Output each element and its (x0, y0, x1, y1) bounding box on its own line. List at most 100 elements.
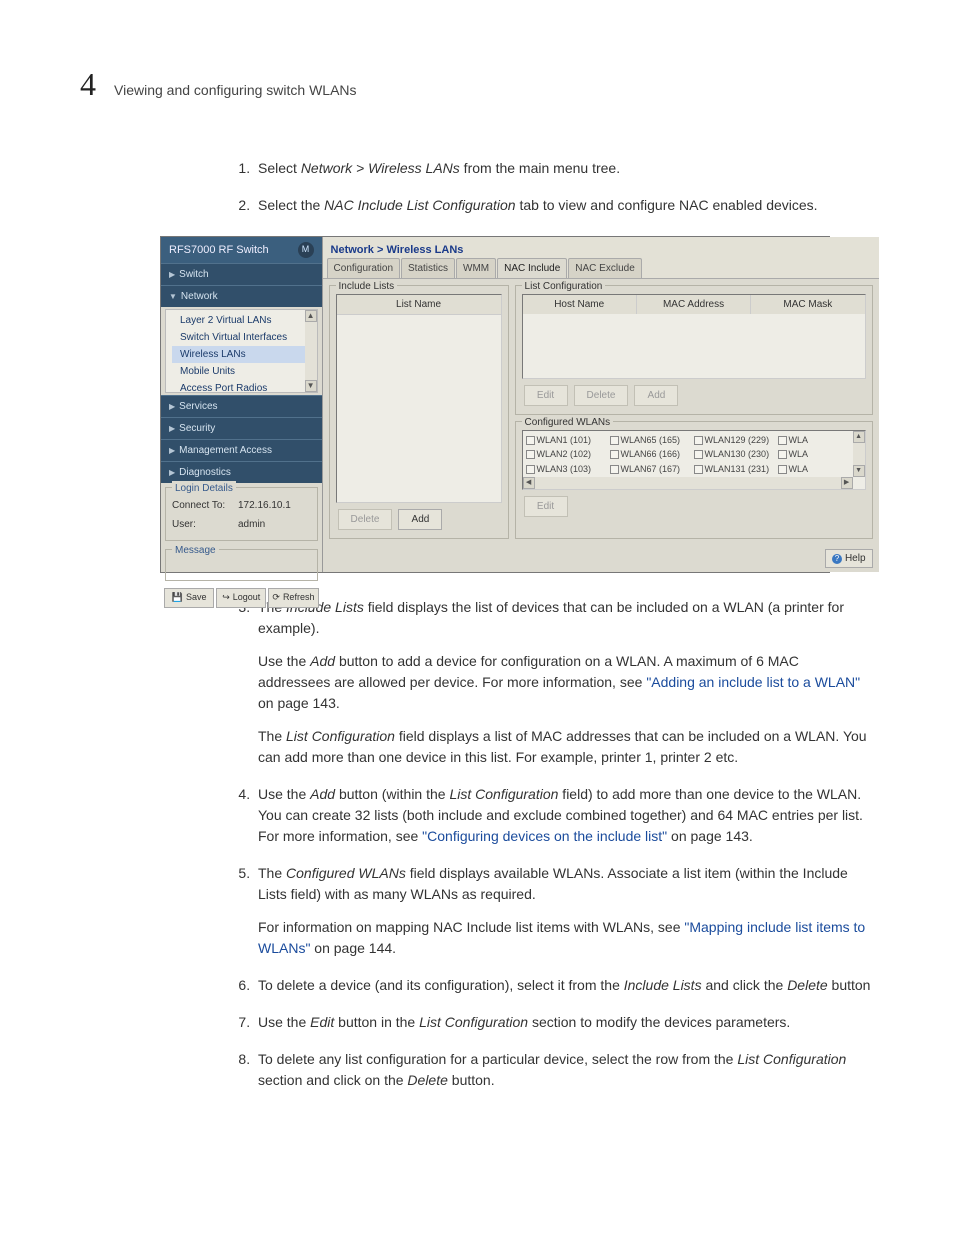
text: Use the (258, 1014, 310, 1030)
list-config-header: Host Name MAC Address MAC Mask (523, 295, 865, 314)
checkbox-icon[interactable] (694, 465, 703, 474)
wlan-row: WLAN2 (102) WLAN66 (166) WLAN130 (230) WLA (526, 448, 862, 462)
col-mac-mask: MAC Mask (751, 295, 864, 314)
checkbox-icon[interactable] (778, 465, 787, 474)
scroll-right-icon[interactable]: ▶ (841, 477, 853, 489)
steps-list-cont: The Include Lists field displays the lis… (230, 597, 874, 1091)
nav-security[interactable]: ▶Security (161, 417, 322, 439)
wlan-cell[interactable]: WLAN65 (165) (610, 434, 694, 448)
checkbox-icon[interactable] (694, 436, 703, 445)
tab-configuration[interactable]: Configuration (327, 258, 400, 278)
include-lists-fieldset: Include Lists List Name Delete Add (329, 285, 509, 540)
network-tree: Layer 2 Virtual LANs Switch Virtual Inte… (165, 309, 318, 393)
text: Select (258, 160, 301, 176)
text: To delete a device (and its configuratio… (258, 977, 624, 993)
checkbox-icon[interactable] (778, 450, 787, 459)
checkbox-icon[interactable] (778, 436, 787, 445)
wlan-cell[interactable]: WLAN2 (102) (526, 448, 610, 462)
wlan-cell[interactable]: WLAN1 (101) (526, 434, 610, 448)
field-name: Include Lists (624, 977, 702, 993)
refresh-button[interactable]: ⟳Refresh (268, 588, 318, 608)
tab-row: Configuration Statistics WMM NAC Include… (323, 261, 879, 279)
save-icon: 💾 (172, 591, 183, 605)
button-name: Delete (787, 977, 827, 993)
wlan-label: WLAN129 (229) (705, 434, 770, 448)
wlan-cell[interactable]: WLAN67 (167) (610, 463, 694, 477)
tab-name: NAC Include List Configuration (324, 197, 515, 213)
nav-diagnostics[interactable]: ▶Diagnostics (161, 461, 322, 483)
scroll-up-icon[interactable]: ▲ (853, 431, 865, 443)
checkbox-icon[interactable] (526, 450, 535, 459)
wlan-cell[interactable]: WLAN3 (103) (526, 463, 610, 477)
tree-item[interactable]: Switch Virtual Interfaces (172, 329, 315, 346)
help-label: Help (845, 551, 866, 566)
help-button[interactable]: ? Help (825, 549, 873, 568)
checkbox-icon[interactable] (526, 436, 535, 445)
tab-wmm[interactable]: WMM (456, 258, 496, 278)
include-lists-legend: Include Lists (336, 279, 398, 294)
wlan-label: WLAN67 (167) (621, 463, 681, 477)
link-text[interactable]: "Configuring devices on the include list… (422, 828, 667, 844)
nav-network[interactable]: ▼Network (161, 285, 322, 307)
link-text[interactable]: "Adding an include list to a WLAN" (646, 674, 860, 690)
wlan-cell[interactable]: WLA (778, 434, 862, 448)
btn-label: Refresh (283, 591, 315, 605)
wlan-cell[interactable]: WLA (778, 448, 862, 462)
tree-scrollbar[interactable]: ▲ ▼ (305, 310, 317, 392)
include-lists-box[interactable]: List Name (336, 294, 502, 504)
scroll-down-icon[interactable]: ▼ (853, 465, 865, 477)
wlan-cell[interactable]: WLAN66 (166) (610, 448, 694, 462)
configured-wlans-area[interactable]: WLAN1 (101)WLAN65 (165)WLAN129 (229)WLAW… (522, 430, 866, 490)
wlan-label: WLAN2 (102) (537, 448, 592, 462)
listcfg-add-button[interactable]: Add (634, 385, 678, 406)
tree-item-selected[interactable]: Wireless LANs (172, 346, 315, 363)
save-button[interactable]: 💾Save (164, 588, 214, 608)
button-name: Add (310, 786, 335, 802)
text: section and click on the (258, 1072, 407, 1088)
text: The (258, 728, 286, 744)
checkbox-icon[interactable] (610, 436, 619, 445)
nav-management[interactable]: ▶Management Access (161, 439, 322, 461)
scroll-left-icon[interactable]: ◀ (523, 477, 535, 489)
list-configuration-legend: List Configuration (522, 279, 606, 294)
wlan-scroll-vertical[interactable]: ▲ ▼ (853, 431, 865, 477)
wlan-cell[interactable]: WLAN131 (231) (694, 463, 778, 477)
checkbox-icon[interactable] (610, 465, 619, 474)
listcfg-delete-button[interactable]: Delete (574, 385, 629, 406)
refresh-icon: ⟳ (272, 591, 280, 605)
list-configuration-box[interactable]: Host Name MAC Address MAC Mask (522, 294, 866, 379)
wlan-cell[interactable]: WLAN130 (230) (694, 448, 778, 462)
text: button in the (334, 1014, 419, 1030)
checkbox-icon[interactable] (694, 450, 703, 459)
checkbox-icon[interactable] (610, 450, 619, 459)
tab-statistics[interactable]: Statistics (401, 258, 455, 278)
checkbox-icon[interactable] (526, 465, 535, 474)
message-group: Message (165, 549, 318, 581)
tab-nac-include[interactable]: NAC Include (497, 258, 567, 278)
logout-button[interactable]: ↪Logout (216, 588, 266, 608)
col-mac-address: MAC Address (637, 295, 751, 314)
help-icon: ? (832, 554, 842, 564)
cfgwlans-edit-button[interactable]: Edit (524, 496, 568, 517)
motorola-logo-icon: M (298, 242, 314, 258)
listcfg-edit-button[interactable]: Edit (524, 385, 568, 406)
caret-right-icon: ▶ (169, 445, 175, 457)
tab-nac-exclude[interactable]: NAC Exclude (568, 258, 641, 278)
nav-services[interactable]: ▶Services (161, 395, 322, 417)
scroll-down-icon[interactable]: ▼ (305, 380, 317, 392)
chapter-title: Viewing and configuring switch WLANs (114, 80, 357, 101)
wlan-cell[interactable]: WLA (778, 463, 862, 477)
tree-item[interactable]: Mobile Units (172, 363, 315, 380)
tree-item[interactable]: Access Port Radios (172, 380, 315, 393)
wlan-label: WLAN130 (230) (705, 448, 770, 462)
include-delete-button[interactable]: Delete (338, 509, 393, 530)
menu-path: Network > Wireless LANs (301, 160, 460, 176)
chapter-number: 4 (80, 60, 96, 108)
include-add-button[interactable]: Add (398, 509, 442, 530)
scroll-up-icon[interactable]: ▲ (305, 310, 317, 322)
wlan-cell[interactable]: WLAN129 (229) (694, 434, 778, 448)
tree-item[interactable]: Layer 2 Virtual LANs (172, 312, 315, 329)
caret-right-icon: ▶ (169, 467, 175, 479)
wlan-scroll-horizontal[interactable]: ◀ ▶ (523, 477, 853, 489)
nav-switch[interactable]: ▶Switch (161, 263, 322, 285)
